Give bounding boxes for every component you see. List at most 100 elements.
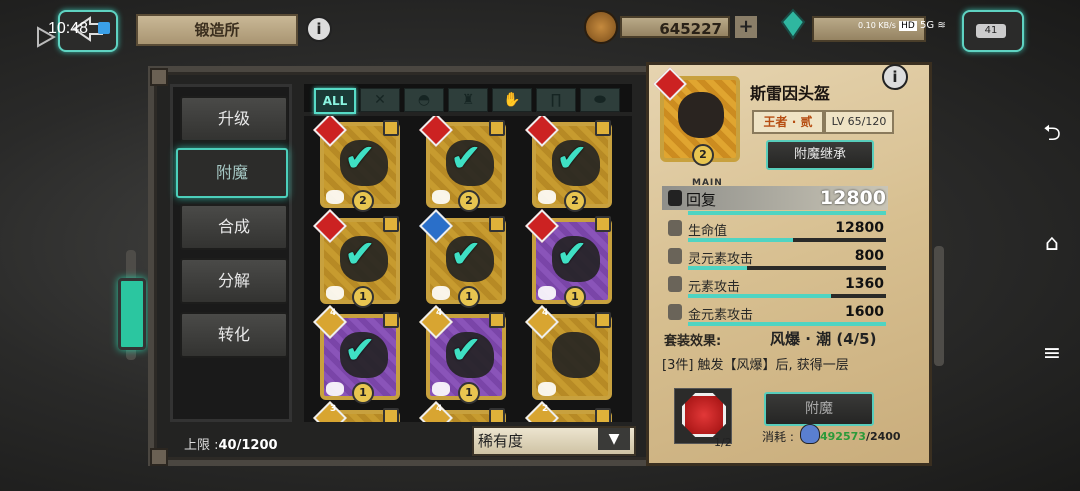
telegram-icon xyxy=(98,22,110,34)
helmet-icon xyxy=(678,92,724,138)
cost-need: /2400 xyxy=(865,430,901,443)
lock-icon[interactable] xyxy=(383,408,399,422)
sidebar-item-label: 附魔 xyxy=(215,163,248,182)
sub-stat-bar-fill xyxy=(688,322,886,326)
set-effect-title: 套装效果: xyxy=(664,334,722,349)
chevron-down-icon[interactable]: ▼ xyxy=(598,428,630,450)
item-card[interactable]: ✔ 2 xyxy=(419,116,506,212)
hd-badge: HD xyxy=(899,21,917,31)
item-card[interactable]: ✔ 2 xyxy=(313,116,400,212)
slot-icon xyxy=(326,286,344,300)
slot-icon xyxy=(432,190,450,204)
sub-stat-value: 800 xyxy=(854,248,884,264)
tier-number: 4 xyxy=(436,308,443,318)
lock-icon[interactable] xyxy=(668,220,682,236)
info-icon[interactable]: i xyxy=(306,16,332,42)
sidebar-item-upgrade[interactable]: 升级 xyxy=(180,96,288,142)
main-stat-bar-fill xyxy=(688,211,886,215)
checkmark-icon: ✔ xyxy=(556,136,588,180)
item-card[interactable]: ✔ 1 xyxy=(419,209,506,308)
item-card[interactable]: 2 xyxy=(525,401,612,422)
enchant-button[interactable]: 附魔 xyxy=(764,392,874,426)
item-level-badge: 1 xyxy=(458,286,480,308)
sidebar-item-label: 分解 xyxy=(217,271,250,290)
sidebar-item-label: 转化 xyxy=(217,325,250,344)
lock-icon[interactable] xyxy=(668,304,682,320)
lock-icon[interactable] xyxy=(595,216,611,232)
cost-have: 492573 xyxy=(820,430,866,443)
main-stat-value: 12800 xyxy=(819,187,886,209)
sub-stat-bar-fill xyxy=(688,238,793,242)
main-stat-bar xyxy=(688,211,886,215)
lock-icon[interactable] xyxy=(668,190,682,206)
sub-stat-bar xyxy=(688,322,886,326)
sub-stat-bar xyxy=(688,294,886,298)
enchant-inherit-button[interactable]: 附魔继承 xyxy=(766,140,874,170)
tab-all[interactable]: ALL xyxy=(314,88,356,114)
type-badge xyxy=(313,209,347,243)
lock-icon[interactable] xyxy=(595,120,611,136)
lock-icon[interactable] xyxy=(595,408,611,422)
tab-glove-icon[interactable]: ✋ xyxy=(492,88,532,112)
equipment-icon xyxy=(552,332,600,378)
item-level-badge: 2 xyxy=(458,190,480,212)
cost-value: 492573/2400 xyxy=(820,430,901,443)
sub-stat-label: 金元素攻击 xyxy=(688,308,754,323)
sub-stat-label: 元素攻击 xyxy=(688,280,741,295)
signal-label: 5G xyxy=(920,20,935,31)
lock-icon[interactable] xyxy=(383,120,399,136)
sidebar-item-enchant[interactable]: 附魔 xyxy=(176,148,288,198)
sort-dropdown-label: 稀有度 xyxy=(478,432,524,450)
item-card[interactable]: ✔ 1 xyxy=(313,209,400,308)
item-card[interactable]: 4 xyxy=(525,305,612,400)
lock-icon[interactable] xyxy=(383,216,399,232)
lock-icon[interactable] xyxy=(668,248,682,264)
slot-icon xyxy=(432,286,450,300)
coin-counter: 645227 xyxy=(620,16,730,38)
sub-stat-value: 1360 xyxy=(845,276,884,292)
checkmark-icon: ✔ xyxy=(556,232,588,276)
main-stat-label: 回复 xyxy=(686,191,717,209)
item-portrait: 2 xyxy=(653,67,740,166)
sidebar-item-label: 升级 xyxy=(217,109,250,128)
item-level-badge: 1 xyxy=(458,382,480,404)
item-card[interactable]: ✔ 1 xyxy=(525,209,612,308)
lock-icon[interactable] xyxy=(489,216,505,232)
home-nav-icon[interactable]: ⌂ xyxy=(1040,232,1064,256)
item-card[interactable]: 4 ✔ 1 xyxy=(419,305,506,404)
lock-icon[interactable] xyxy=(489,312,505,328)
item-card[interactable]: 4 xyxy=(419,401,506,422)
sidebar-item-convert[interactable]: 转化 xyxy=(180,312,288,358)
bolt-icon xyxy=(150,448,168,466)
back-nav-icon[interactable]: ⮌ xyxy=(1040,122,1064,146)
tab-weapon-icon[interactable]: ✕ xyxy=(360,88,400,112)
item-card[interactable]: 3 xyxy=(313,401,400,422)
add-coins-button[interactable]: + xyxy=(735,16,757,38)
item-level-badge: 2 xyxy=(692,144,714,166)
detail-info-icon[interactable]: i xyxy=(882,64,908,90)
lock-icon[interactable] xyxy=(489,120,505,136)
item-card[interactable]: ✔ 2 xyxy=(525,116,612,212)
lock-icon[interactable] xyxy=(489,408,505,422)
lock-icon[interactable] xyxy=(383,312,399,328)
sub-stat-bar-fill xyxy=(688,266,748,270)
sub-stat-value: 1600 xyxy=(845,304,884,320)
tab-boots-icon[interactable]: ⬬ xyxy=(580,88,620,112)
item-card[interactable]: 4 ✔ 1 xyxy=(313,305,400,404)
net-speed: 0.10 KB/s xyxy=(858,21,896,30)
item-level-badge: 1 xyxy=(352,382,374,404)
system-status: 0.10 KB/s HD 5G ≋ xyxy=(858,20,946,31)
cost-label: 消耗 : xyxy=(762,430,794,444)
menu-nav-icon[interactable]: ≡ xyxy=(1040,342,1064,366)
tab-armor-icon[interactable]: ♜ xyxy=(448,88,488,112)
lock-icon[interactable] xyxy=(595,312,611,328)
lock-icon[interactable] xyxy=(668,276,682,292)
tab-helmet-icon[interactable]: ◓ xyxy=(404,88,444,112)
crystal-icon xyxy=(778,8,808,40)
tab-pants-icon[interactable]: ∏ xyxy=(536,88,576,112)
energy-tube xyxy=(118,278,146,350)
sidebar-item-decompose[interactable]: 分解 xyxy=(180,258,288,304)
sidebar-item-synthesize[interactable]: 合成 xyxy=(180,204,288,250)
coin-icon xyxy=(584,10,618,44)
sub-stat-bar-fill xyxy=(688,294,831,298)
